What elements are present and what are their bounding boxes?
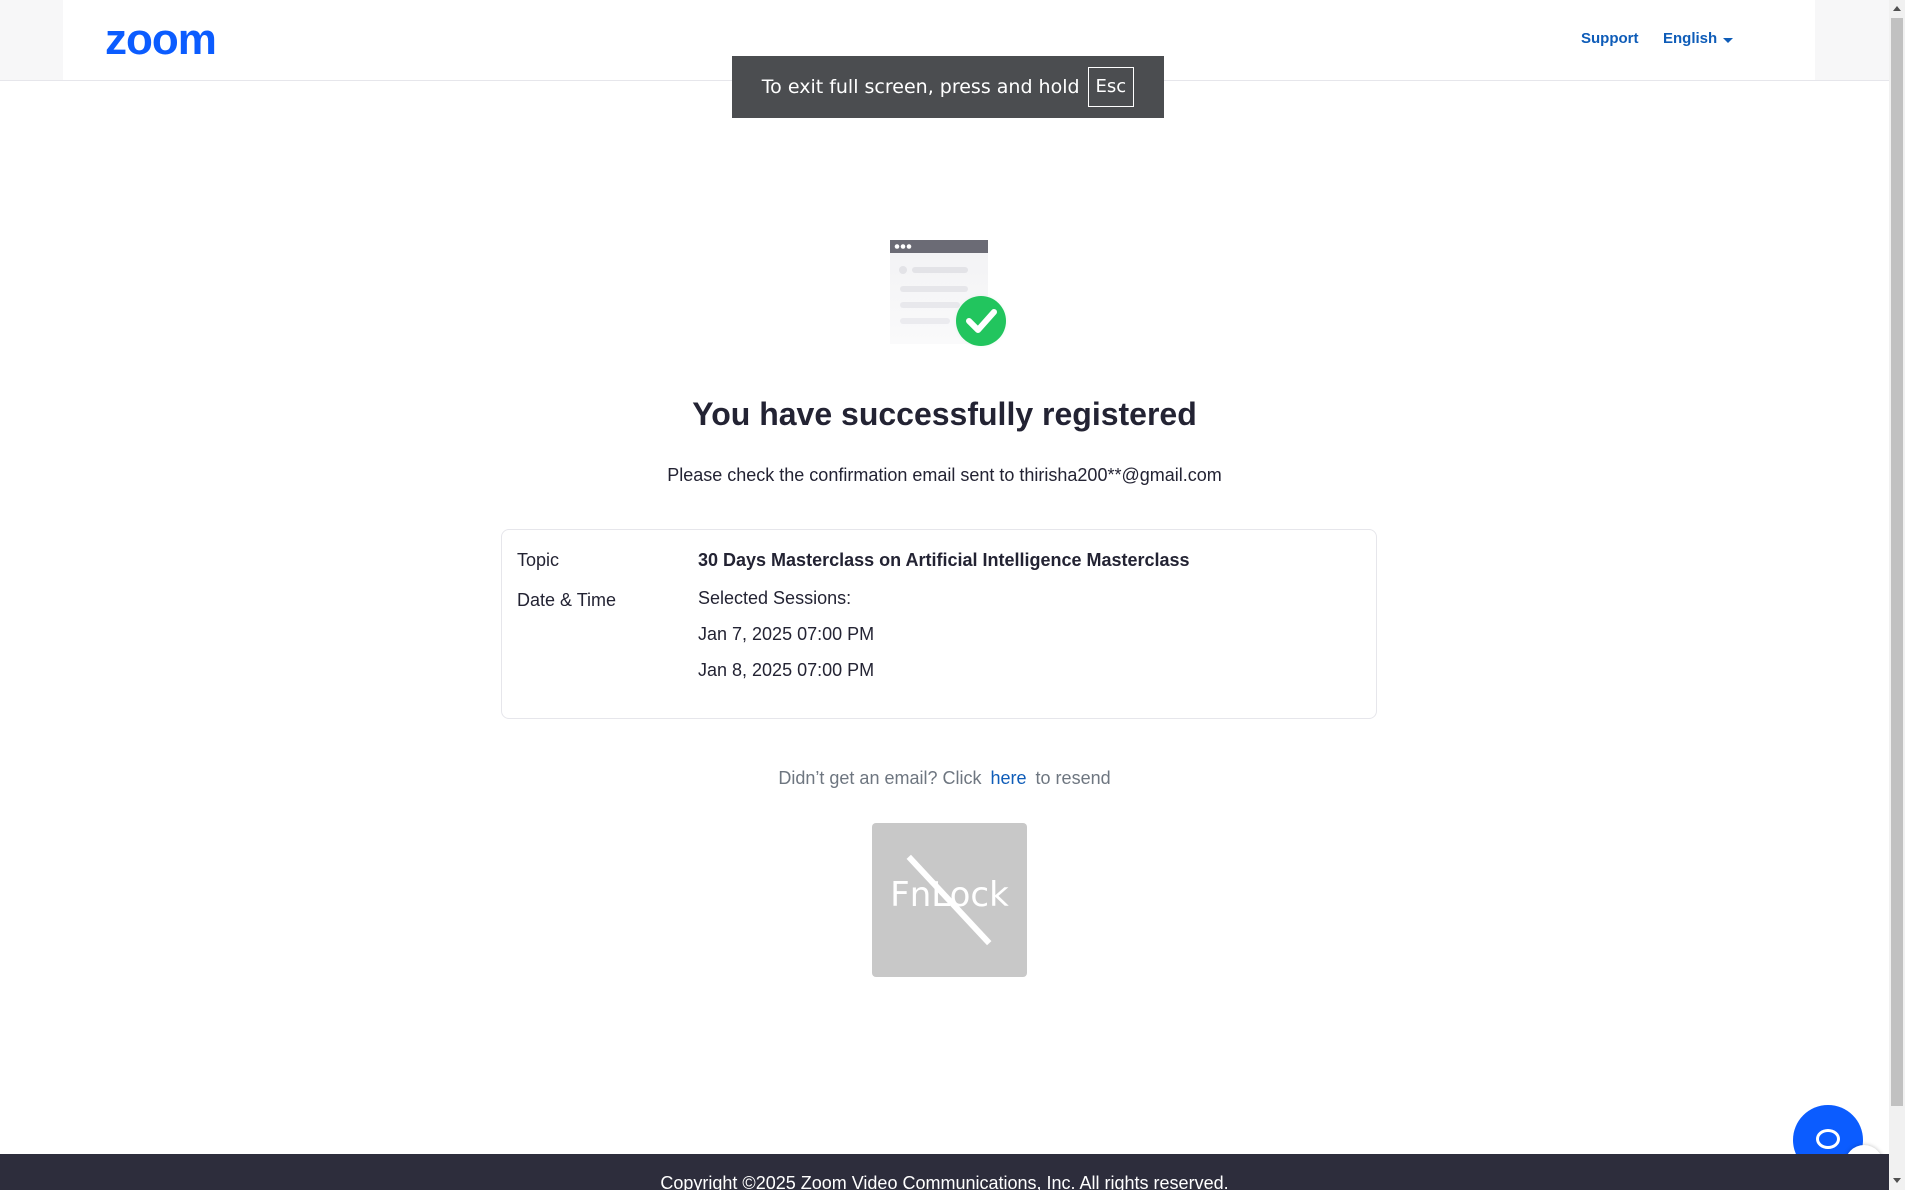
registration-details-card: Topic 30 Days Masterclass on Artificial …	[501, 529, 1377, 719]
caret-down-icon	[1723, 37, 1734, 43]
chat-bubble-icon	[1816, 1129, 1840, 1149]
session-item: Jan 7, 2025 07:00 PM	[698, 624, 875, 644]
scroll-down-arrow-icon[interactable]	[1893, 1178, 1901, 1183]
support-link[interactable]: Support	[1581, 30, 1639, 47]
confirmation-message: Please check the confirmation email sent…	[667, 465, 1222, 485]
esc-key-hint: Esc	[1087, 67, 1135, 107]
resend-suffix: to resend	[1035, 768, 1111, 788]
fullscreen-exit-toast: To exit full screen, press and hold Esc	[732, 56, 1164, 118]
scrollbar-thumb[interactable]	[1891, 18, 1903, 1106]
sessions-heading: Selected Sessions:	[698, 588, 852, 608]
registration-success-icon	[890, 240, 1008, 348]
language-label: English	[1663, 30, 1718, 47]
resend-message: Didn’t get an email? Click here to resen…	[0, 768, 1889, 789]
language-dropdown[interactable]: English	[1663, 30, 1734, 47]
resend-prefix: Didn’t get an email? Click	[778, 768, 982, 788]
scroll-up-arrow-icon[interactable]	[1893, 6, 1901, 11]
page-footer: Copyright ©2025 Zoom Video Communication…	[0, 1154, 1889, 1190]
topic-value: 30 Days Masterclass on Artificial Intell…	[698, 550, 1190, 570]
session-item: Jan 8, 2025 07:00 PM	[698, 660, 875, 680]
page-title: You have successfully registered	[692, 396, 1197, 432]
fnlock-label: FnLock	[890, 875, 1009, 915]
datetime-label: Date & Time	[517, 590, 617, 610]
page-scrollbar[interactable]	[1889, 0, 1905, 1190]
fullscreen-toast-message: To exit full screen, press and hold	[761, 76, 1080, 98]
zoom-logo[interactable]: zoom	[105, 18, 217, 62]
resend-link[interactable]: here	[991, 768, 1027, 788]
fnlock-overlay: FnLock	[872, 823, 1027, 977]
topic-label: Topic	[517, 550, 560, 570]
footer-copyright: Copyright ©2025 Zoom Video Communication…	[660, 1173, 1229, 1190]
